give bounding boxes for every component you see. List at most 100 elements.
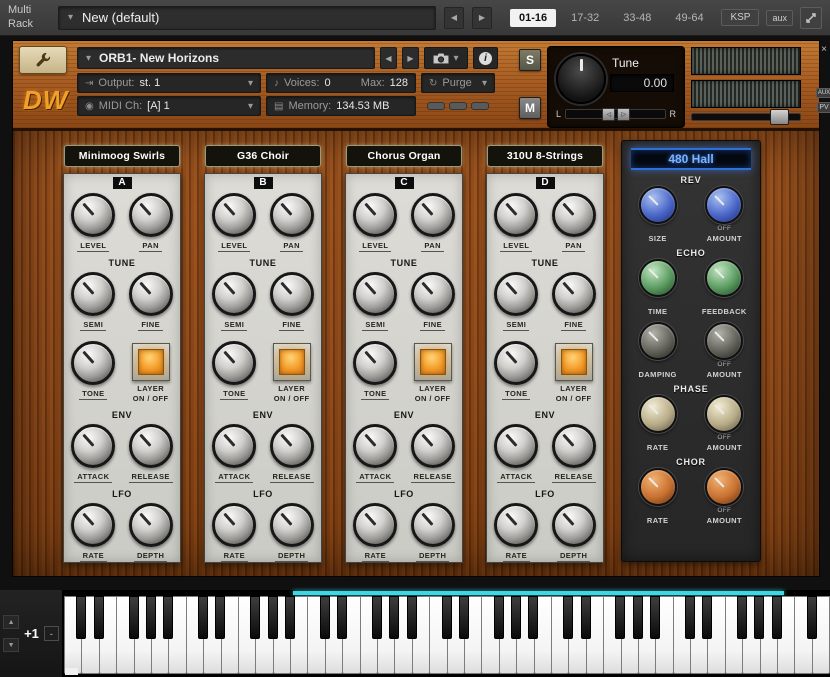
black-key[interactable]: [76, 596, 86, 639]
black-key[interactable]: [215, 596, 225, 639]
next-multi-button[interactable]: ▶: [472, 7, 492, 29]
fx-knob[interactable]: [705, 468, 743, 506]
black-key[interactable]: [94, 596, 104, 639]
black-key[interactable]: [494, 596, 504, 639]
semi-knob[interactable]: [494, 272, 538, 316]
lfo-rate-knob[interactable]: [353, 503, 397, 547]
fx-knob[interactable]: [705, 259, 743, 297]
black-key[interactable]: [581, 596, 591, 639]
pan-slider[interactable]: ◁ ▷: [565, 109, 665, 119]
close-icon[interactable]: ×: [821, 44, 827, 56]
semi-knob[interactable]: [212, 272, 256, 316]
release-knob[interactable]: [270, 424, 314, 468]
black-key[interactable]: [372, 596, 382, 639]
black-key[interactable]: [563, 596, 573, 639]
black-key[interactable]: [198, 596, 208, 639]
black-key[interactable]: [615, 596, 625, 639]
semi-knob[interactable]: [353, 272, 397, 316]
multi-preset-dropdown[interactable]: ▾ New (default): [58, 6, 436, 30]
purge-button[interactable]: ↻ Purge ▾: [421, 73, 495, 93]
black-key[interactable]: [407, 596, 417, 639]
lfo-depth-knob[interactable]: [129, 503, 173, 547]
edit-wrench-button[interactable]: [19, 46, 67, 74]
tune-knob[interactable]: [556, 54, 606, 104]
pv-side-button[interactable]: PV: [817, 102, 830, 113]
output-select[interactable]: ⇥ Output: st. 1 ▾: [77, 73, 261, 93]
black-key[interactable]: [129, 596, 139, 639]
tab-33-48[interactable]: 33-48: [614, 9, 660, 27]
octave-up-icon[interactable]: ▲: [3, 615, 19, 629]
pan-handle-right[interactable]: ▷: [617, 108, 630, 121]
layer-on-off-toggle[interactable]: [273, 343, 311, 381]
black-key[interactable]: [511, 596, 521, 639]
fx-knob[interactable]: [705, 186, 743, 224]
tune-value[interactable]: 0.00: [610, 74, 674, 92]
pan-knob[interactable]: [270, 193, 314, 237]
preset-button[interactable]: G36 Choir: [205, 145, 321, 167]
pan-knob[interactable]: [552, 193, 596, 237]
fine-knob[interactable]: [270, 272, 314, 316]
fine-knob[interactable]: [411, 272, 455, 316]
lfo-depth-knob[interactable]: [411, 503, 455, 547]
black-key[interactable]: [442, 596, 452, 639]
black-key[interactable]: [146, 596, 156, 639]
black-key[interactable]: [685, 596, 695, 639]
black-key[interactable]: [268, 596, 278, 639]
attack-knob[interactable]: [212, 424, 256, 468]
black-key[interactable]: [807, 596, 817, 639]
attack-knob[interactable]: [494, 424, 538, 468]
black-key[interactable]: [650, 596, 660, 639]
level-knob[interactable]: [494, 193, 538, 237]
tab-01-16[interactable]: 01-16: [510, 9, 556, 27]
fx-knob[interactable]: [639, 468, 677, 506]
tone-knob[interactable]: [71, 341, 115, 385]
release-knob[interactable]: [411, 424, 455, 468]
black-key[interactable]: [772, 596, 782, 639]
preset-button[interactable]: Minimoog Swirls: [64, 145, 180, 167]
solo-button[interactable]: S: [519, 49, 541, 71]
ksp-button[interactable]: KSP: [721, 9, 759, 26]
attack-knob[interactable]: [71, 424, 115, 468]
instrument-title-dropdown[interactable]: ▾ ORB1- New Horizons: [77, 47, 375, 69]
fx-knob[interactable]: [639, 322, 677, 360]
layer-on-off-toggle[interactable]: [555, 343, 593, 381]
black-key[interactable]: [285, 596, 295, 639]
octave-minus-button[interactable]: -: [44, 626, 59, 641]
tone-knob[interactable]: [212, 341, 256, 385]
black-key[interactable]: [337, 596, 347, 639]
snapshot-button[interactable]: ▾: [424, 47, 468, 69]
layer-on-off-toggle[interactable]: [414, 343, 452, 381]
level-knob[interactable]: [71, 193, 115, 237]
lfo-rate-knob[interactable]: [212, 503, 256, 547]
next-instrument-button[interactable]: ▶: [402, 47, 419, 69]
octave-down-icon[interactable]: ▼: [3, 638, 19, 652]
tone-knob[interactable]: [494, 341, 538, 385]
lfo-rate-knob[interactable]: [494, 503, 538, 547]
black-key[interactable]: [459, 596, 469, 639]
release-knob[interactable]: [129, 424, 173, 468]
black-key[interactable]: [737, 596, 747, 639]
prev-instrument-button[interactable]: ◀: [380, 47, 397, 69]
fx-knob[interactable]: [639, 186, 677, 224]
fine-knob[interactable]: [552, 272, 596, 316]
black-key[interactable]: [320, 596, 330, 639]
black-key[interactable]: [250, 596, 260, 639]
black-key[interactable]: [528, 596, 538, 639]
black-key[interactable]: [754, 596, 764, 639]
preset-button[interactable]: 310U 8-Strings: [487, 145, 603, 167]
aux-button[interactable]: aux: [766, 10, 793, 26]
black-key[interactable]: [389, 596, 399, 639]
attack-knob[interactable]: [353, 424, 397, 468]
tone-knob[interactable]: [353, 341, 397, 385]
pan-knob[interactable]: [129, 193, 173, 237]
fx-knob[interactable]: [705, 322, 743, 360]
semi-knob[interactable]: [71, 272, 115, 316]
keyboard-scroll-handle[interactable]: [65, 668, 78, 675]
fx-knob[interactable]: [639, 395, 677, 433]
preset-button[interactable]: Chorus Organ: [346, 145, 462, 167]
reverb-preset-display[interactable]: 480 Hall: [631, 148, 751, 170]
aux-side-button[interactable]: AUX: [816, 88, 830, 98]
mute-button[interactable]: M: [519, 97, 541, 119]
resize-icon[interactable]: [800, 7, 822, 29]
black-key[interactable]: [633, 596, 643, 639]
